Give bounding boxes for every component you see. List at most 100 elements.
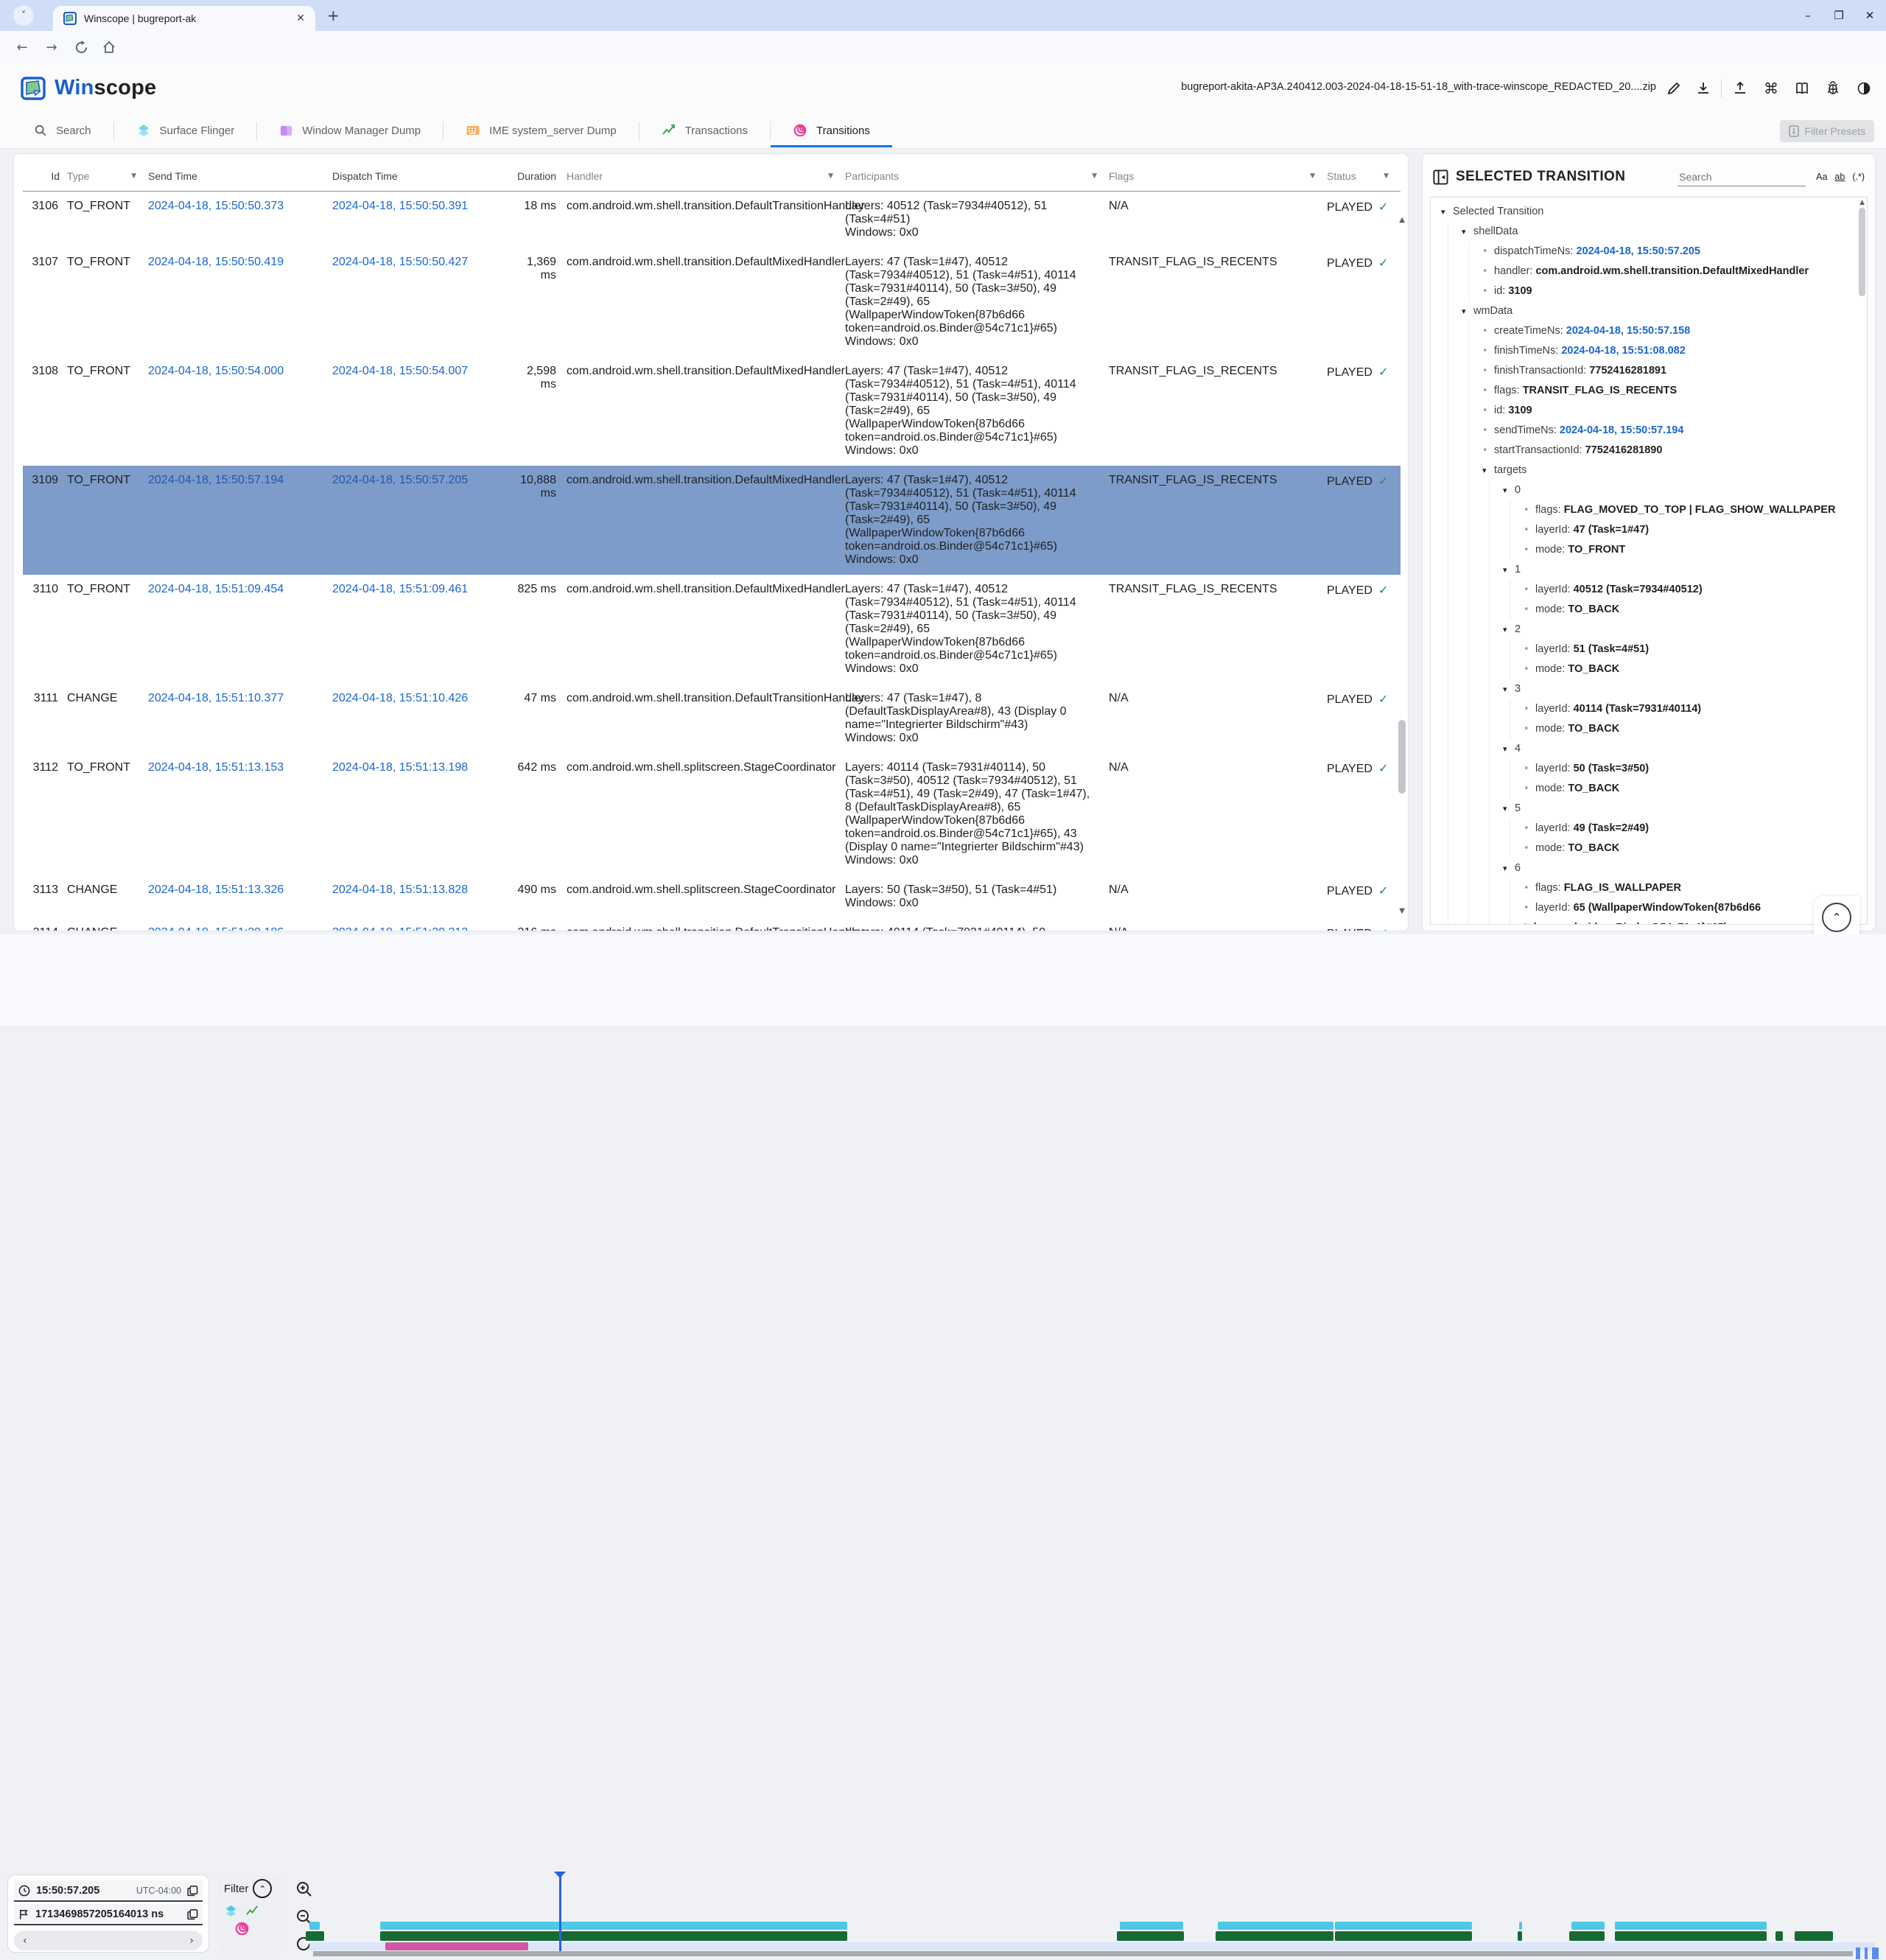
collapse-filter-icon[interactable]: ⌃ (253, 1879, 272, 1898)
table-row[interactable]: 3106TO_FRONT2024-04-18, 15:50:50.3732024… (23, 192, 1401, 248)
table-row[interactable]: 3112TO_FRONT2024-04-18, 15:51:13.1532024… (23, 753, 1401, 875)
tree-group[interactable]: ▾0•flags: FLAG_MOVED_TO_TOP | FLAG_SHOW_… (1503, 480, 1867, 560)
chevron-down-icon[interactable]: ▾ (1503, 799, 1515, 819)
tree-group[interactable]: ▾shellData•dispatchTimeNs: 2024-04-18, 1… (1462, 222, 1867, 301)
dispatch-time-link[interactable]: 2024-04-18, 15:51:09.461 (332, 583, 468, 595)
tree-scroll-up-icon[interactable]: ▲ (1859, 199, 1865, 206)
chevron-down-icon[interactable]: ▾ (1503, 620, 1515, 640)
new-tab-button[interactable]: + (327, 7, 340, 24)
tree-group[interactable]: ▾4•layerId: 50 (Task=3#50)•mode: TO_BACK (1503, 739, 1867, 799)
next-timestamp-button[interactable]: › (189, 1935, 194, 1947)
tree-group[interactable]: ▾wmData•createTimeNs: 2024-04-18, 15:50:… (1462, 301, 1867, 925)
property-value[interactable]: 2024-04-18, 15:51:08.082 (1561, 345, 1686, 357)
window-close-button[interactable]: ✕ (1864, 9, 1876, 22)
tab-ime-dump[interactable]: IME system_server Dump (444, 113, 639, 147)
upload-icon[interactable] (1730, 78, 1750, 99)
property-value[interactable]: 2024-04-18, 15:50:57.158 (1566, 325, 1691, 337)
layers-filter-icon[interactable] (224, 1904, 238, 1918)
copy-ns-icon[interactable] (187, 1908, 198, 1920)
send-time-link[interactable]: 2024-04-18, 15:50:57.194 (148, 474, 284, 486)
tree-group[interactable]: ▾6•flags: FLAG_IS_WALLPAPER•layerId: 65 … (1503, 858, 1867, 925)
back-button[interactable]: ← (12, 37, 32, 57)
send-time-link[interactable]: 2024-04-18, 15:50:50.373 (148, 200, 284, 212)
dispatch-time-link[interactable]: 2024-04-18, 15:50:57.205 (332, 474, 468, 486)
tree-group[interactable]: ▾2•layerId: 51 (Task=4#51)•mode: TO_BACK (1503, 620, 1867, 679)
scroll-down-arrow-icon[interactable]: ▼ (1399, 907, 1405, 915)
shortcuts-icon[interactable]: ⌘ (1761, 78, 1781, 99)
filter-dropdown-icon[interactable]: ▼ (131, 172, 136, 180)
tab-search[interactable]: Search (12, 113, 113, 147)
property-value[interactable]: 2024-04-18, 15:50:57.205 (1576, 245, 1700, 257)
table-scrollbar-thumb[interactable] (1398, 720, 1406, 794)
chevron-down-icon[interactable]: ▾ (1503, 481, 1515, 500)
current-ns-field[interactable]: 1713469857205164013 ns (14, 1904, 203, 1925)
column-header-handler[interactable]: Handler▼ (567, 170, 845, 182)
send-time-link[interactable]: 2024-04-18, 15:50:50.419 (148, 256, 284, 268)
send-time-link[interactable]: 2024-04-18, 15:51:20.186 (148, 926, 284, 931)
regex-icon[interactable]: (.*) (1852, 172, 1865, 182)
report-bug-icon[interactable] (1823, 78, 1843, 99)
scroll-up-arrow-icon[interactable]: ▲ (1399, 216, 1405, 224)
send-time-link[interactable]: 2024-04-18, 15:51:13.326 (148, 883, 284, 896)
chevron-down-icon[interactable]: ▾ (1503, 740, 1515, 759)
timeline-track-area[interactable] (306, 1869, 1876, 1960)
chevron-down-icon[interactable]: ▾ (1482, 461, 1494, 480)
filter-dropdown-icon[interactable]: ▼ (1092, 172, 1097, 180)
timeline-scrollbar[interactable] (313, 1951, 1853, 1956)
download-icon[interactable] (1693, 78, 1714, 99)
property-value[interactable]: 2024-04-18, 15:50:57.194 (1560, 424, 1684, 436)
table-row[interactable]: 3108TO_FRONT2024-04-18, 15:50:54.0002024… (23, 357, 1401, 466)
transitions-filter-icon[interactable] (234, 1921, 250, 1936)
timeline-cursor[interactable] (559, 1873, 561, 1951)
forward-button[interactable]: → (41, 37, 62, 57)
chevron-down-icon[interactable]: ▾ (1462, 302, 1473, 321)
dispatch-time-link[interactable]: 2024-04-18, 15:51:13.828 (332, 883, 468, 896)
window-minimize-button[interactable]: – (1802, 9, 1814, 22)
send-time-link[interactable]: 2024-04-18, 15:51:09.454 (148, 583, 284, 595)
properties-search-input[interactable] (1678, 168, 1806, 186)
chevron-down-icon[interactable]: ▾ (1503, 561, 1515, 580)
table-row[interactable]: 3111CHANGE2024-04-18, 15:51:10.3772024-0… (23, 684, 1401, 753)
dispatch-time-link[interactable]: 2024-04-18, 15:50:50.427 (332, 256, 468, 268)
chevron-down-icon[interactable]: ▾ (1503, 859, 1515, 878)
tab-search-icon[interactable]: ˅ (13, 5, 34, 26)
window-restore-button[interactable]: ❐ (1833, 9, 1845, 22)
table-row[interactable]: 3107TO_FRONT2024-04-18, 15:50:50.4192024… (23, 248, 1401, 357)
chevron-down-icon[interactable]: ▾ (1503, 680, 1515, 699)
edit-file-icon[interactable] (1664, 78, 1684, 99)
tree-scrollbar-thumb[interactable] (1859, 208, 1865, 296)
match-word-icon[interactable]: ab (1834, 172, 1845, 182)
match-case-icon[interactable]: Aa (1816, 172, 1827, 182)
tree-group[interactable]: ▾targets▾0•flags: FLAG_MOVED_TO_TOP | FL… (1482, 461, 1867, 925)
table-row[interactable]: 3114CHANGE2024-04-18, 15:51:20.1862024-0… (23, 918, 1401, 931)
filter-dropdown-icon[interactable]: ▼ (828, 172, 833, 180)
chevron-down-icon[interactable]: ▾ (1462, 223, 1473, 242)
filter-dropdown-icon[interactable]: ▼ (1384, 172, 1389, 180)
dark-mode-icon[interactable] (1854, 78, 1874, 99)
dispatch-time-link[interactable]: 2024-04-18, 15:51:13.198 (332, 761, 468, 774)
column-header-participants[interactable]: Participants▼ (845, 170, 1109, 182)
dispatch-time-link[interactable]: 2024-04-18, 15:51:10.426 (332, 692, 468, 704)
tree-group[interactable]: ▾1•layerId: 40512 (Task=7934#40512)•mode… (1503, 560, 1867, 620)
timeline-cursor-handle[interactable] (554, 1872, 566, 1878)
reload-button[interactable] (71, 37, 91, 57)
prev-timestamp-button[interactable]: ‹ (23, 1935, 27, 1947)
filter-dropdown-icon[interactable]: ▼ (1310, 172, 1315, 180)
tab-surface-flinger[interactable]: Surface Flinger (114, 113, 257, 147)
send-time-link[interactable]: 2024-04-18, 15:51:10.377 (148, 692, 284, 704)
browser-tab[interactable]: Winscope | bugreport-ak ✕ (53, 6, 315, 31)
tab-transactions[interactable]: Transactions (639, 113, 770, 147)
send-time-link[interactable]: 2024-04-18, 15:50:54.000 (148, 365, 284, 377)
filter-presets-button[interactable]: Filter Presets (1780, 120, 1874, 142)
tab-transitions[interactable]: Transitions (771, 113, 892, 147)
transactions-filter-icon[interactable] (245, 1904, 259, 1918)
dispatch-time-link[interactable]: 2024-04-18, 15:50:50.391 (332, 200, 468, 212)
send-time-link[interactable]: 2024-04-18, 15:51:13.153 (148, 761, 284, 774)
tree-group[interactable]: ▾Selected Transition▾shellData•dispatchT… (1441, 202, 1867, 925)
documentation-icon[interactable] (1792, 78, 1812, 99)
tree-group[interactable]: ▾3•layerId: 40114 (Task=7931#40114)•mode… (1503, 679, 1867, 739)
dispatch-time-link[interactable]: 2024-04-18, 15:51:20.212 (332, 926, 468, 931)
scroll-to-top-button[interactable]: ⌃ (1822, 903, 1851, 932)
home-button[interactable] (99, 37, 119, 57)
column-header-flags[interactable]: Flags▼ (1109, 170, 1327, 182)
